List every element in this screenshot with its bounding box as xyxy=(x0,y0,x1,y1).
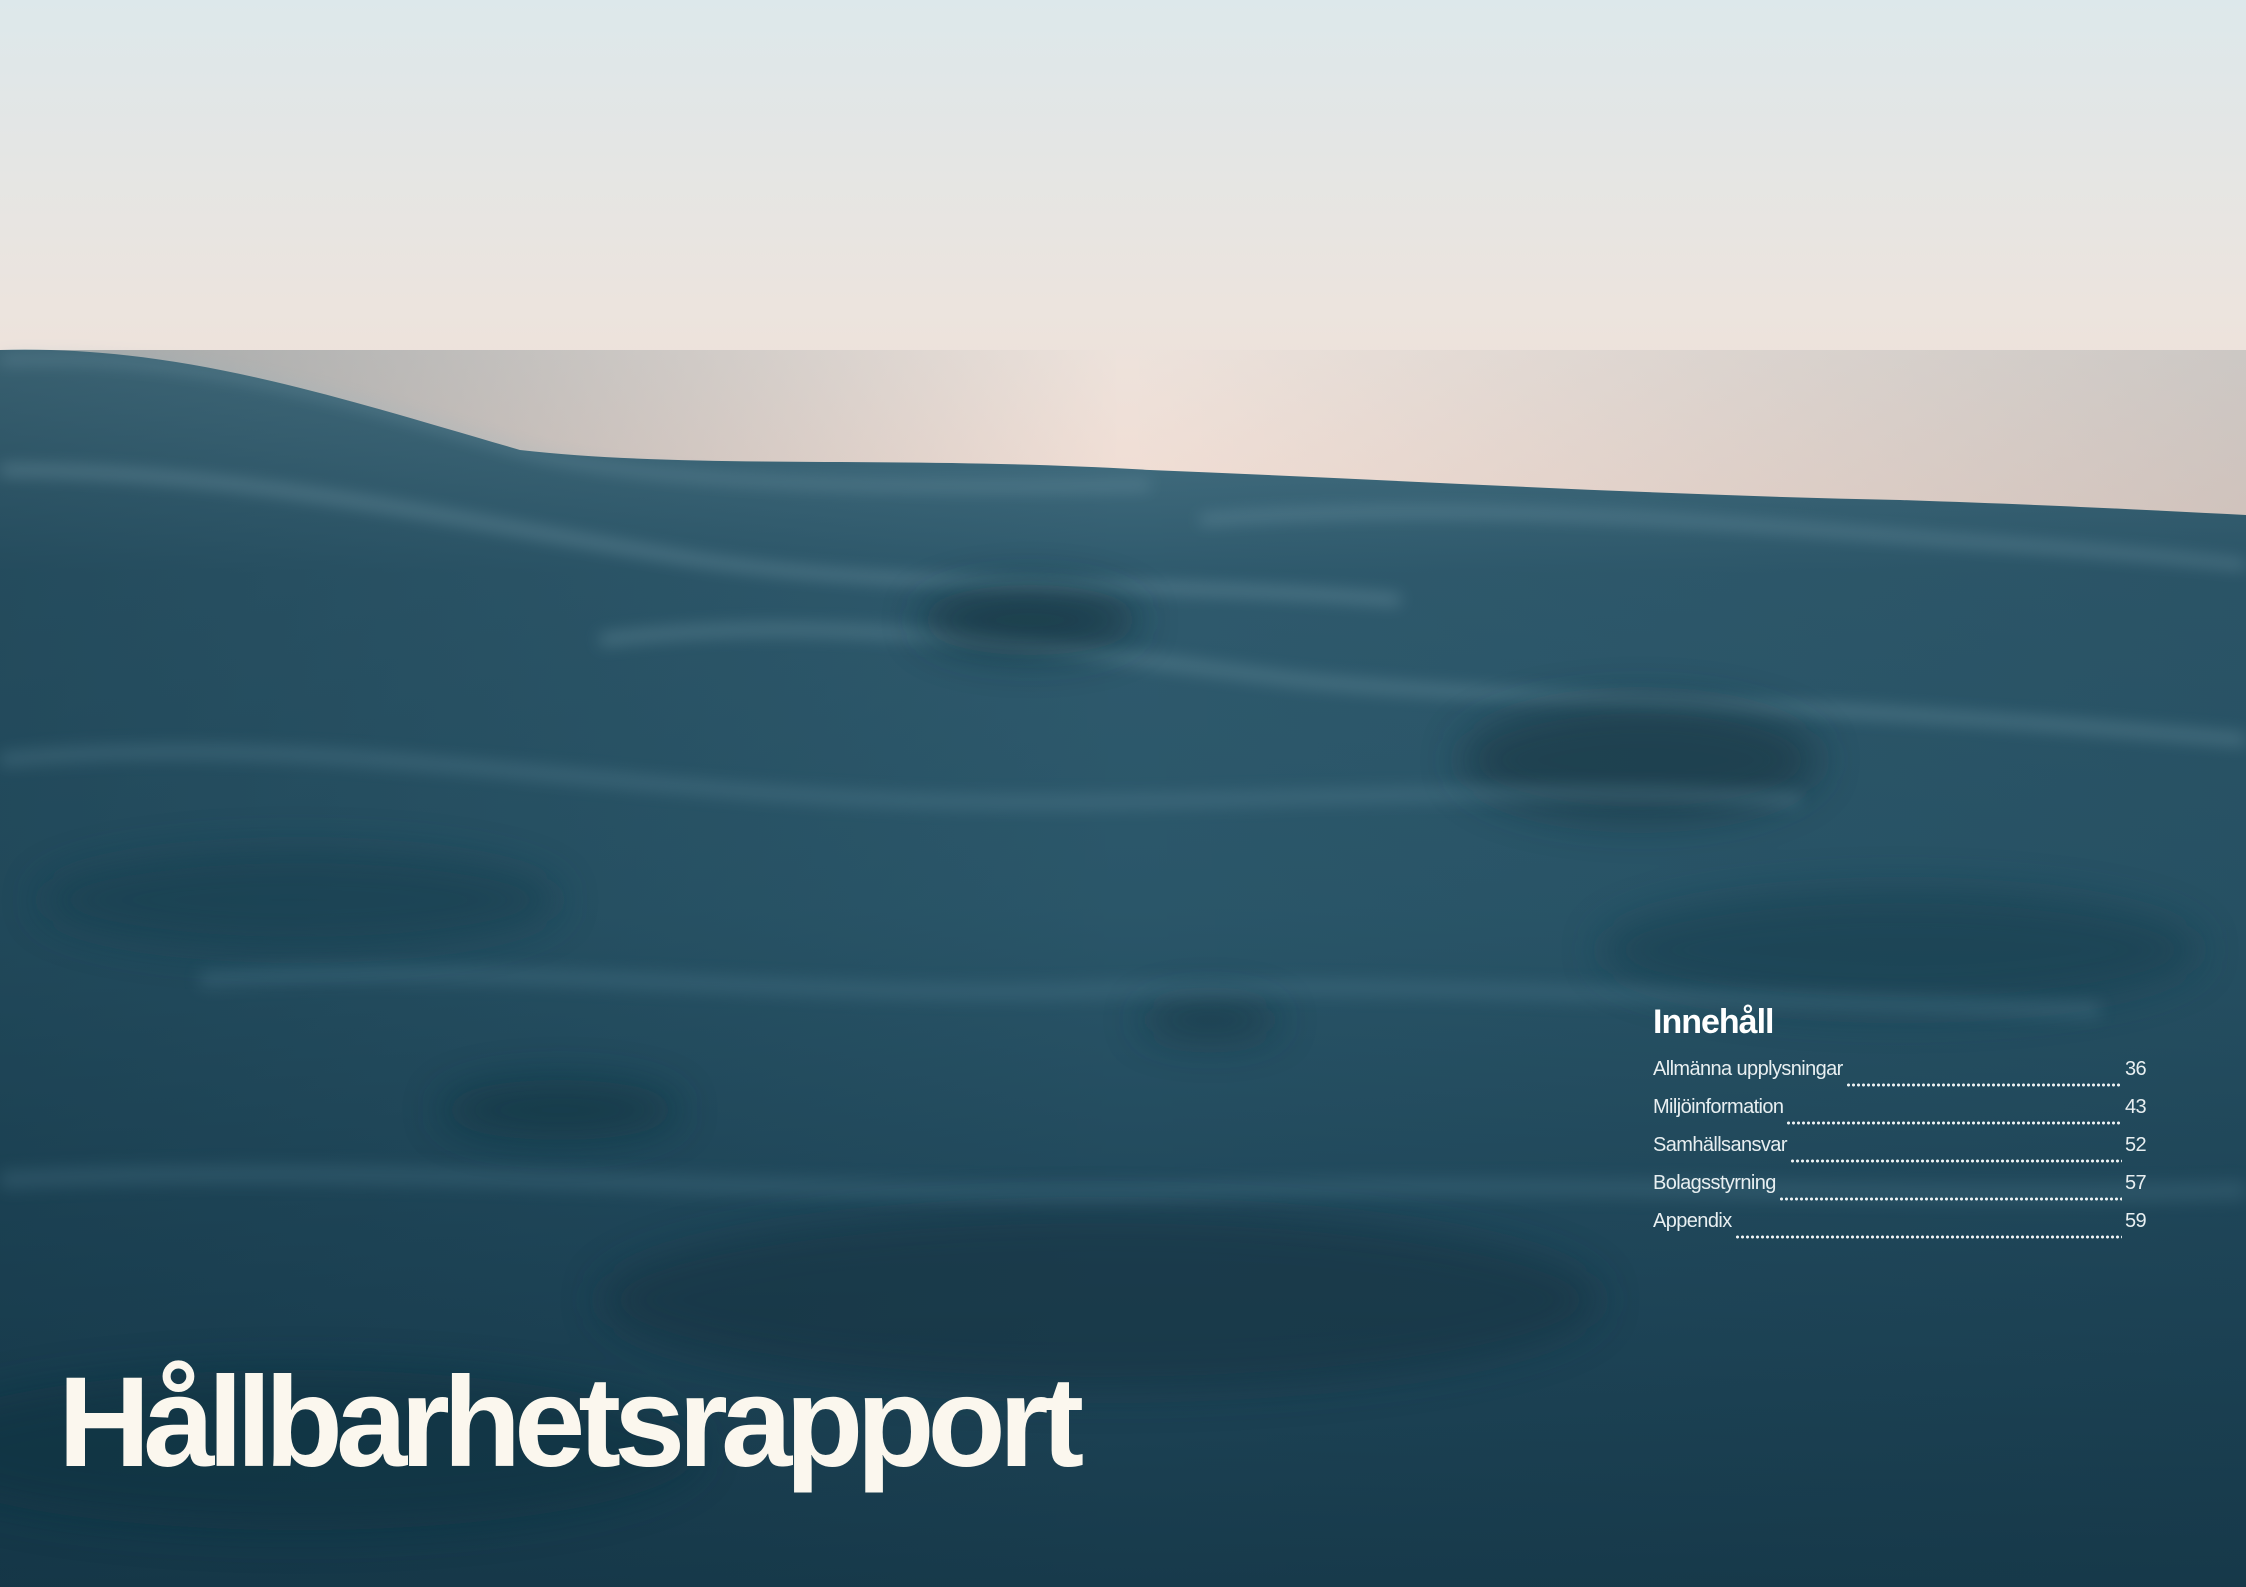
table-of-contents: Innehåll Allmänna upplysningar 36 Miljöi… xyxy=(1653,1000,2147,1248)
toc-item-page: 36 xyxy=(2124,1058,2147,1080)
toc-item-label: Samhällsansvar xyxy=(1653,1134,1787,1156)
toc-item-page: 57 xyxy=(2124,1172,2147,1194)
dot-leader xyxy=(1845,1083,2122,1087)
toc-list: Allmänna upplysningar 36 Miljöinformatio… xyxy=(1653,1058,2147,1248)
toc-item-bolagsstyrning[interactable]: Bolagsstyrning 57 xyxy=(1653,1172,2147,1210)
toc-item-page: 43 xyxy=(2124,1096,2147,1118)
report-spread: Innehåll Allmänna upplysningar 36 Miljöi… xyxy=(0,0,2246,1587)
dot-leader xyxy=(1778,1197,2122,1201)
toc-item-label: Miljöinformation xyxy=(1653,1096,1784,1118)
toc-item-appendix[interactable]: Appendix 59 xyxy=(1653,1210,2147,1248)
toc-item-allmanna-upplysningar[interactable]: Allmänna upplysningar 36 xyxy=(1653,1058,2147,1096)
page-title: Hållbarhetsrapport xyxy=(58,1351,1084,1494)
dot-leader xyxy=(1734,1235,2122,1239)
toc-item-label: Bolagsstyrning xyxy=(1653,1172,1776,1194)
toc-item-label: Allmänna upplysningar xyxy=(1653,1058,1843,1080)
toc-item-miljoinformation[interactable]: Miljöinformation 43 xyxy=(1653,1096,2147,1134)
toc-item-label: Appendix xyxy=(1653,1210,1732,1232)
toc-item-page: 59 xyxy=(2124,1210,2147,1232)
toc-item-samhallsansvar[interactable]: Samhällsansvar 52 xyxy=(1653,1134,2147,1172)
toc-heading: Innehåll xyxy=(1653,1003,1774,1041)
toc-item-page: 52 xyxy=(2124,1134,2147,1156)
dot-leader xyxy=(1786,1121,2122,1125)
dot-leader xyxy=(1789,1159,2122,1163)
